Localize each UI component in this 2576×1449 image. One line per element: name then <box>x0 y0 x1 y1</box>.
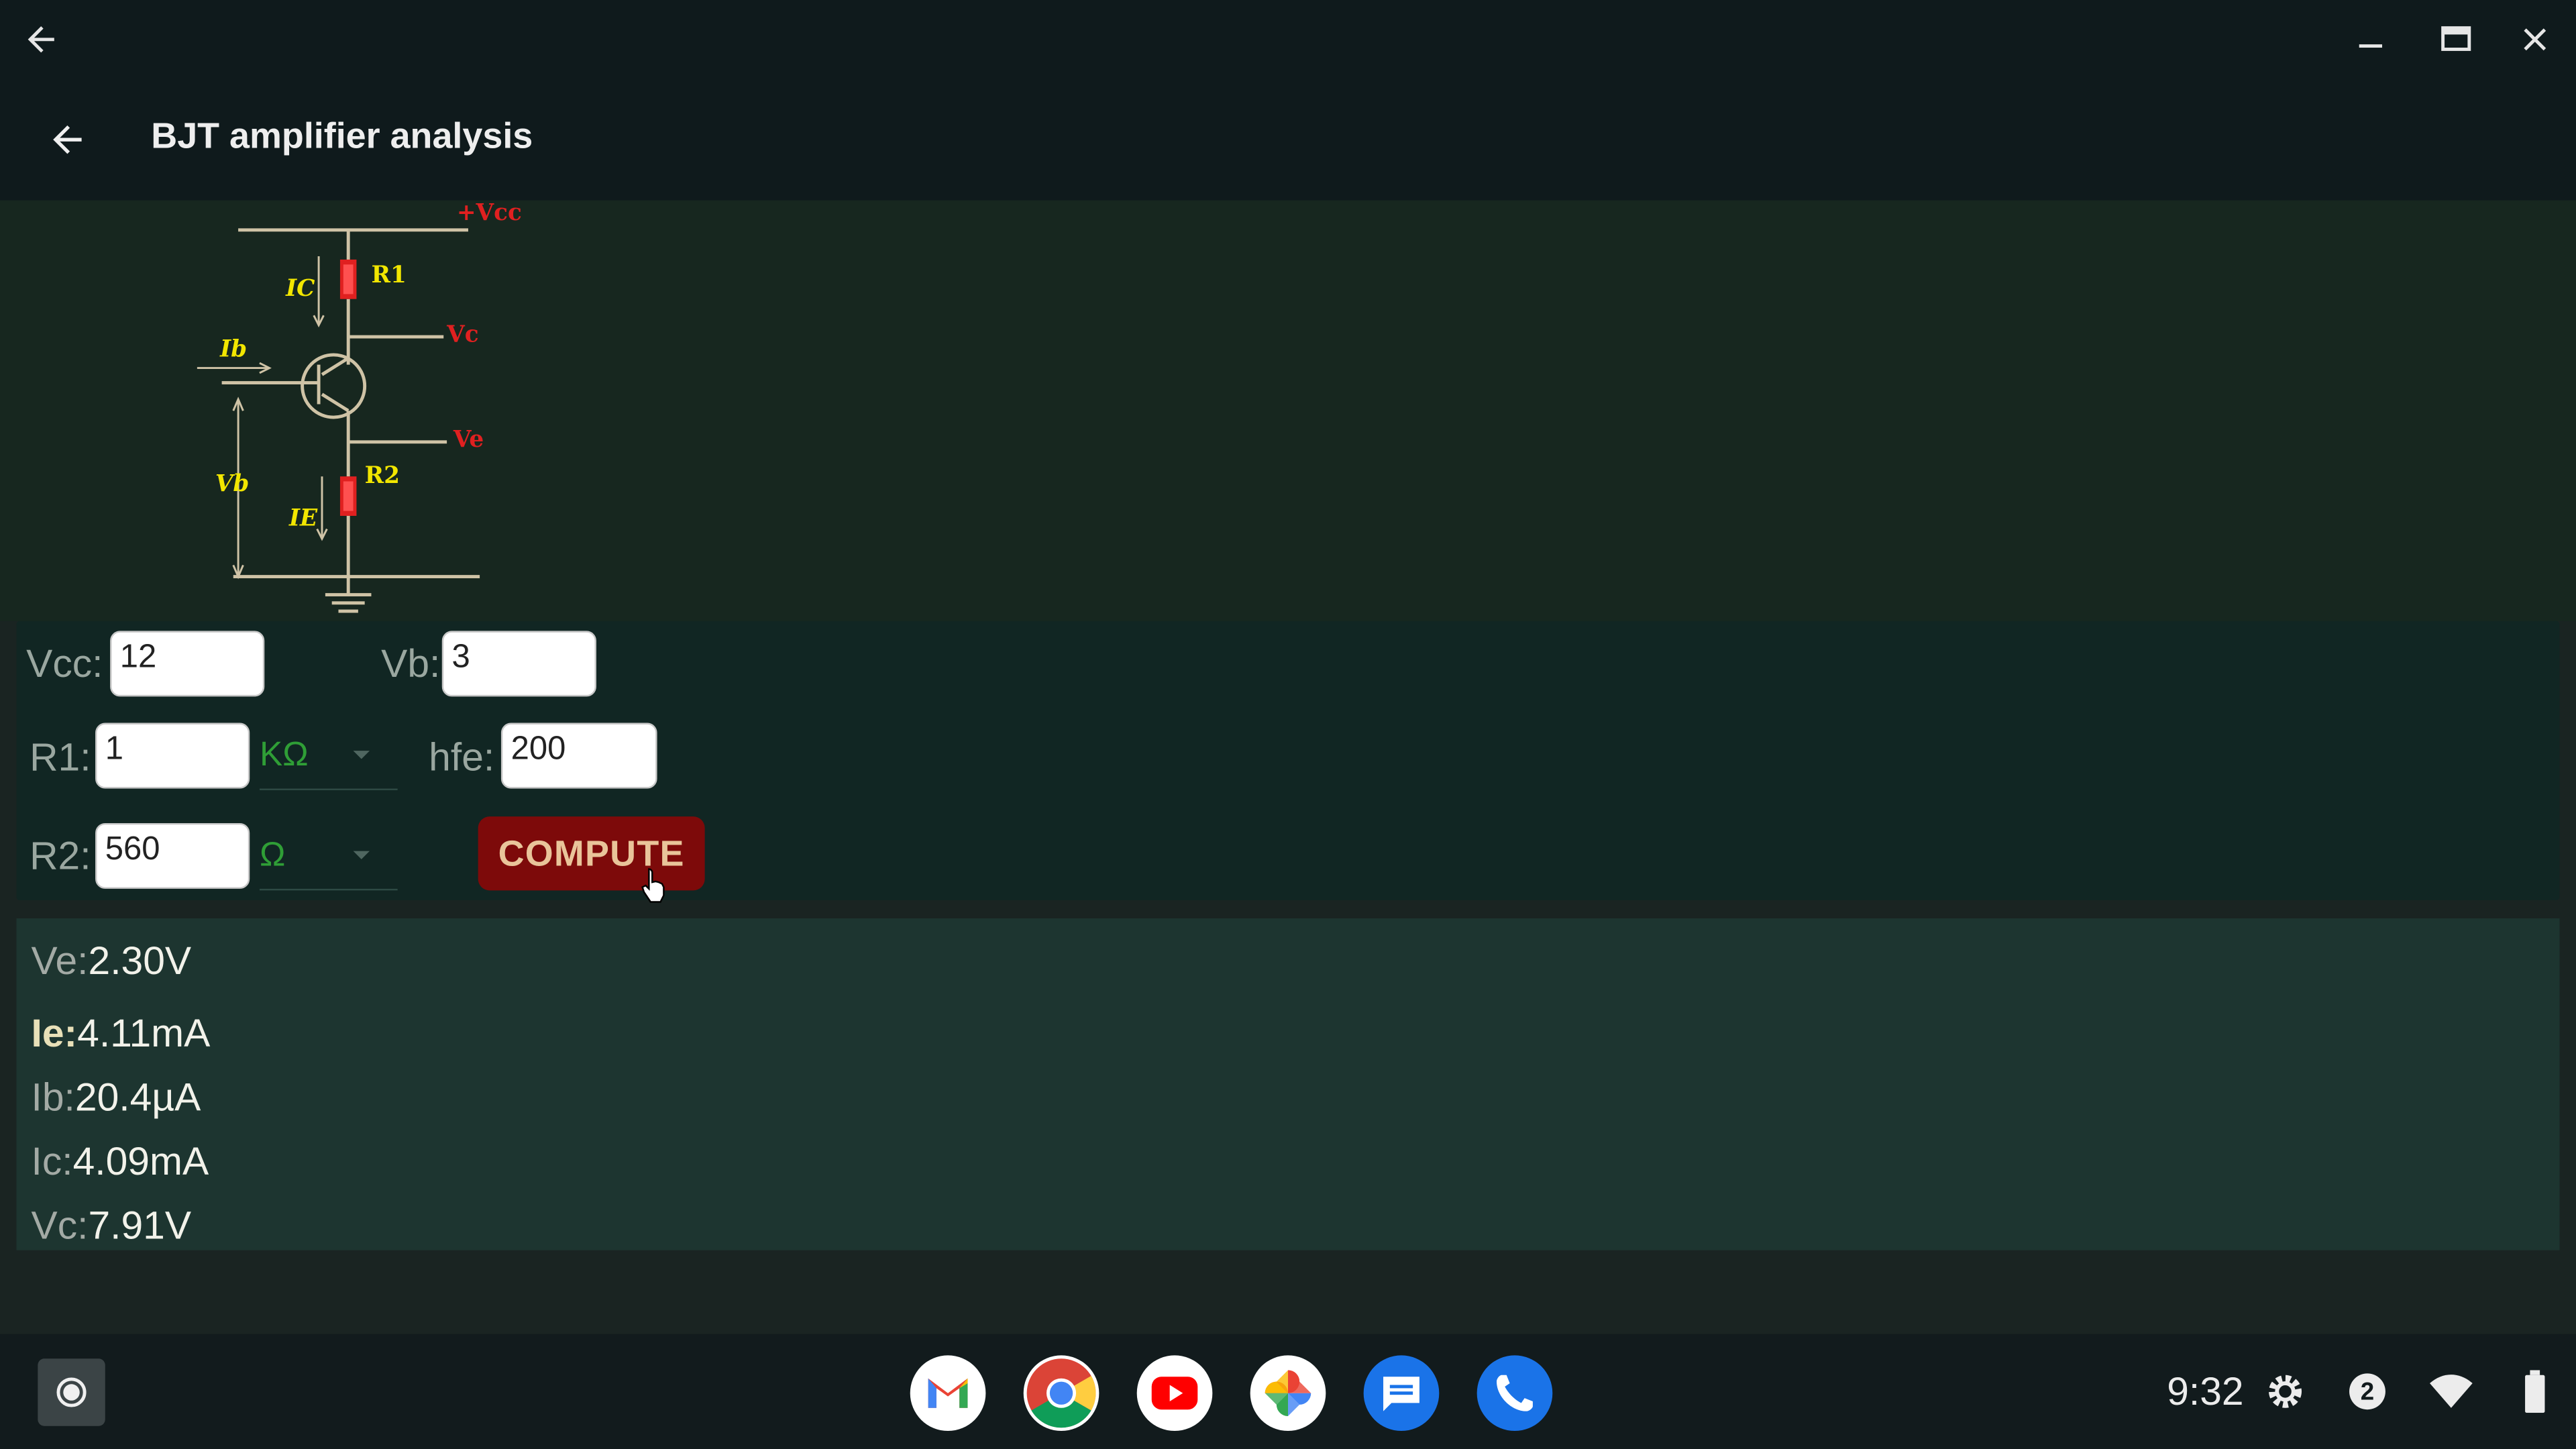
system-shelf: 9:32 2 <box>0 1334 2576 1449</box>
r1-input[interactable]: 1 <box>95 722 250 789</box>
r1-unit-value: KΩ <box>259 736 309 774</box>
input-card: Vcc: 12 Vb: 3 R1: 1 KΩ hfe: 200 R2: 560 … <box>16 621 2560 903</box>
result-ic: Ic:4.09mA <box>32 1140 209 1187</box>
page-title: BJT amplifier analysis <box>151 115 533 156</box>
back-arrow-icon <box>53 125 82 154</box>
circuit-diagram-area: +Vcc R1 Vc Ve R2 Ib IC Vb IE <box>0 200 2576 621</box>
ve-node-label: Ve <box>453 426 484 453</box>
result-ie: Ie:4.11mA <box>32 1012 211 1059</box>
gmail-app-icon[interactable] <box>910 1355 986 1432</box>
youtube-app-icon[interactable] <box>1136 1355 1213 1432</box>
app-back-button[interactable] <box>46 118 89 161</box>
youtube-icon <box>1151 1377 1198 1410</box>
phone-icon <box>1497 1375 1533 1411</box>
maximize-icon <box>2441 26 2471 51</box>
r2-unit-value: Ω <box>259 836 286 874</box>
hfe-label: hfe: <box>429 736 495 781</box>
mouse-cursor-icon <box>641 868 665 903</box>
battery-icon[interactable] <box>2524 1370 2546 1413</box>
window-back-button[interactable] <box>16 16 65 62</box>
photos-icon <box>1265 1370 1311 1417</box>
r2-unit-select[interactable]: Ω <box>259 823 398 891</box>
phone-app-icon[interactable] <box>1477 1355 1553 1432</box>
result-key: Ve: <box>31 939 89 984</box>
chevron-down-icon <box>353 751 370 759</box>
vcc-label: Vcc: <box>26 642 103 687</box>
vc-node-label: Vc <box>446 321 478 347</box>
vb-arrow-label: Vb <box>215 470 250 497</box>
r1-field-label: R1: <box>30 736 91 781</box>
messages-app-icon[interactable] <box>1363 1355 1440 1432</box>
close-button[interactable] <box>2510 16 2559 62</box>
app-bar: BJT amplifier analysis <box>0 78 2576 201</box>
back-arrow-icon <box>28 26 54 53</box>
compute-button[interactable]: COMPUTE <box>478 816 705 891</box>
settings-icon[interactable] <box>2264 1370 2307 1413</box>
r2-field-label: R2: <box>30 835 91 879</box>
clock[interactable]: 9:32 <box>2167 1370 2243 1416</box>
result-key: Ic: <box>31 1140 73 1185</box>
result-value: 2.30V <box>88 939 192 984</box>
messages-icon <box>1383 1377 1419 1411</box>
result-value: 7.91V <box>88 1204 192 1249</box>
notification-badge[interactable]: 2 <box>2349 1373 2385 1410</box>
screen: BJT amplifier analysis +Vcc R1 Vc Ve R2 … <box>0 0 2576 1449</box>
r2-input[interactable]: 560 <box>95 822 250 889</box>
chevron-down-icon <box>353 851 370 859</box>
r1-label: R1 <box>371 262 406 288</box>
gmail-icon <box>928 1378 968 1408</box>
chrome-app-icon[interactable] <box>1023 1355 1099 1432</box>
result-key: Vc: <box>31 1204 89 1249</box>
bjt-circuit-diagram: +Vcc R1 Vc Ve R2 Ib IC Vb IE <box>197 201 522 613</box>
result-key: Ib: <box>31 1076 75 1121</box>
ic-label: IC <box>285 275 315 302</box>
launcher-icon <box>56 1377 87 1407</box>
result-ve: Ve:2.30V <box>32 940 192 986</box>
maximize-button[interactable] <box>2431 16 2480 62</box>
r1-unit-select[interactable]: KΩ <box>259 723 398 790</box>
minimize-icon <box>2359 44 2383 48</box>
vcc-node-label: +Vcc <box>457 201 522 226</box>
result-value: 20.4µA <box>74 1076 201 1121</box>
chrome-icon <box>1026 1358 1096 1428</box>
ie-label: IE <box>288 505 318 532</box>
result-value: 4.11mA <box>77 1012 211 1057</box>
ib-label: Ib <box>219 335 247 362</box>
close-icon <box>2524 28 2546 51</box>
results-panel: Ve:2.30V Ie:4.11mA Ib:20.4µA Ic:4.09mA V… <box>16 918 2560 1250</box>
wifi-icon[interactable] <box>2428 1373 2475 1409</box>
notification-count: 2 <box>2360 1377 2375 1406</box>
result-key: Ie: <box>31 1012 78 1057</box>
minimize-button[interactable] <box>2346 16 2395 62</box>
vb-label: Vb: <box>381 642 441 687</box>
photos-app-icon[interactable] <box>1250 1355 1326 1432</box>
result-vc: Vc:7.91V <box>32 1204 192 1250</box>
result-ib: Ib:20.4µA <box>32 1076 201 1122</box>
r2-label: R2 <box>365 462 400 489</box>
launcher-button[interactable] <box>38 1358 105 1426</box>
vb-input[interactable]: 3 <box>441 631 596 697</box>
hfe-input[interactable]: 200 <box>500 722 657 789</box>
result-value: 4.09mA <box>72 1140 209 1185</box>
vcc-input[interactable]: 12 <box>110 631 265 697</box>
window-title-bar <box>0 0 2576 79</box>
